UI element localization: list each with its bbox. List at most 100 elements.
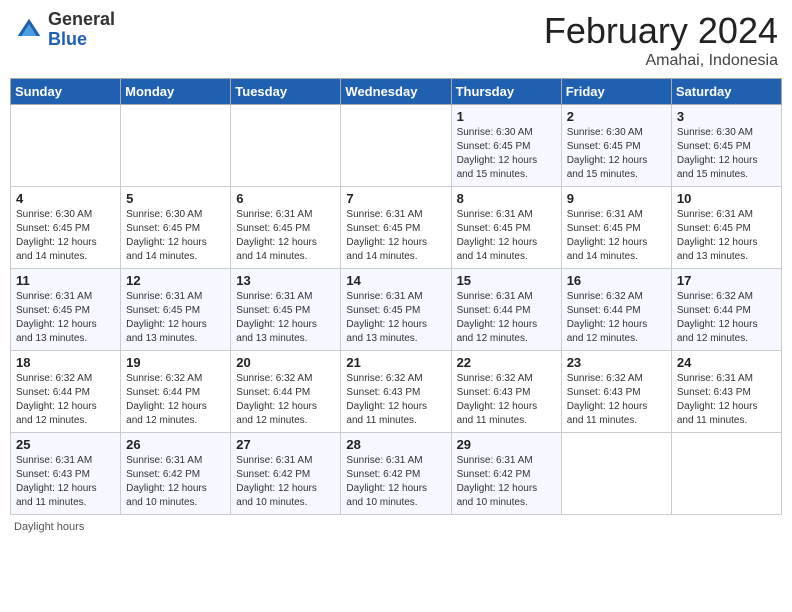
title-block: February 2024 Amahai, Indonesia: [544, 10, 778, 70]
logo-text: General Blue: [48, 10, 115, 50]
day-info: Sunrise: 6:30 AM Sunset: 6:45 PM Dayligh…: [677, 126, 776, 182]
day-info: Sunrise: 6:32 AM Sunset: 6:43 PM Dayligh…: [346, 372, 445, 428]
day-info: Sunrise: 6:32 AM Sunset: 6:43 PM Dayligh…: [457, 372, 556, 428]
calendar-cell: 4Sunrise: 6:30 AM Sunset: 6:45 PM Daylig…: [11, 187, 121, 269]
page-header: General Blue February 2024 Amahai, Indon…: [10, 10, 782, 70]
calendar-cell: 14 Sunrise: 6:31 AM Sunset: 6:45 PM Dayli…: [341, 269, 451, 351]
day-number: 22: [457, 355, 556, 370]
day-info: Sunrise: 6:31 AM Sunset: 6:45 PM Dayligh…: [567, 208, 666, 264]
calendar-cell: 26Sunrise: 6:31 AM Sunset: 6:42 PM Dayli…: [121, 433, 231, 515]
day-info: Sunrise: 6:32 AM Sunset: 6:43 PM Dayligh…: [567, 372, 666, 428]
day-number: 24: [677, 355, 776, 370]
calendar-cell: 12 Sunrise: 6:31 AM Sunset: 6:45 PM Dayli…: [121, 269, 231, 351]
day-info: Sunrise: 6:30 AM Sunset: 6:45 PM Dayligh…: [457, 126, 556, 182]
day-number: 1: [457, 109, 556, 124]
calendar-cell: 8 Sunrise: 6:31 AM Sunset: 6:45 PM Daylig…: [451, 187, 561, 269]
day-info: Sunrise: 6:31 AM Sunset: 6:42 PM Dayligh…: [346, 454, 445, 510]
day-info: Sunrise: 6:30 AM Sunset: 6:45 PM Dayligh…: [16, 208, 115, 264]
calendar-week-row: 1 Sunrise: 6:30 AM Sunset: 6:45 PM Daylig…: [11, 105, 782, 187]
weekday-header: Sunday: [11, 79, 121, 105]
day-number: 7: [346, 191, 445, 206]
calendar-cell: 24 Sunrise: 6:31 AM Sunset: 6:43 PM Dayli…: [671, 351, 781, 433]
weekday-header: Wednesday: [341, 79, 451, 105]
day-number: 12: [126, 273, 225, 288]
daylight-label: Daylight hours: [14, 521, 84, 533]
day-info: Sunrise: 6:30 AM Sunset: 6:45 PM Dayligh…: [126, 208, 225, 264]
day-number: 17: [677, 273, 776, 288]
day-number: 29: [457, 437, 556, 452]
calendar-cell: 2 Sunrise: 6:30 AM Sunset: 6:45 PM Daylig…: [561, 105, 671, 187]
calendar-week-row: 4Sunrise: 6:30 AM Sunset: 6:45 PM Daylig…: [11, 187, 782, 269]
day-number: 25: [16, 437, 115, 452]
day-info: Sunrise: 6:31 AM Sunset: 6:45 PM Dayligh…: [126, 290, 225, 346]
calendar-cell: [341, 105, 451, 187]
calendar-cell: 6Sunrise: 6:31 AM Sunset: 6:45 PM Daylig…: [231, 187, 341, 269]
calendar-cell: 21 Sunrise: 6:32 AM Sunset: 6:43 PM Dayli…: [341, 351, 451, 433]
day-info: Sunrise: 6:30 AM Sunset: 6:45 PM Dayligh…: [567, 126, 666, 182]
calendar-cell: 29Sunrise: 6:31 AM Sunset: 6:42 PM Dayli…: [451, 433, 561, 515]
day-number: 20: [236, 355, 335, 370]
day-info: Sunrise: 6:31 AM Sunset: 6:44 PM Dayligh…: [457, 290, 556, 346]
day-number: 14: [346, 273, 445, 288]
calendar-week-row: 25 Sunrise: 6:31 AM Sunset: 6:43 PM Dayli…: [11, 433, 782, 515]
calendar-table: SundayMondayTuesdayWednesdayThursdayFrid…: [10, 78, 782, 515]
calendar-cell: 5 Sunrise: 6:30 AM Sunset: 6:45 PM Daylig…: [121, 187, 231, 269]
location-title: Amahai, Indonesia: [544, 52, 778, 70]
day-info: Sunrise: 6:32 AM Sunset: 6:44 PM Dayligh…: [16, 372, 115, 428]
day-number: 19: [126, 355, 225, 370]
calendar-cell: [11, 105, 121, 187]
calendar-cell: 23 Sunrise: 6:32 AM Sunset: 6:43 PM Dayli…: [561, 351, 671, 433]
calendar-cell: [121, 105, 231, 187]
calendar-cell: 10Sunrise: 6:31 AM Sunset: 6:45 PM Dayli…: [671, 187, 781, 269]
calendar-cell: 25 Sunrise: 6:31 AM Sunset: 6:43 PM Dayli…: [11, 433, 121, 515]
calendar-cell: [671, 433, 781, 515]
day-number: 28: [346, 437, 445, 452]
day-number: 23: [567, 355, 666, 370]
day-number: 3: [677, 109, 776, 124]
day-number: 2: [567, 109, 666, 124]
calendar-cell: 1 Sunrise: 6:30 AM Sunset: 6:45 PM Daylig…: [451, 105, 561, 187]
calendar-cell: 13Sunrise: 6:31 AM Sunset: 6:45 PM Dayli…: [231, 269, 341, 351]
day-info: Sunrise: 6:31 AM Sunset: 6:45 PM Dayligh…: [346, 290, 445, 346]
day-number: 16: [567, 273, 666, 288]
weekday-header: Saturday: [671, 79, 781, 105]
weekday-header: Thursday: [451, 79, 561, 105]
day-number: 8: [457, 191, 556, 206]
calendar-week-row: 11 Sunrise: 6:31 AM Sunset: 6:45 PM Dayli…: [11, 269, 782, 351]
day-number: 9: [567, 191, 666, 206]
day-info: Sunrise: 6:31 AM Sunset: 6:45 PM Dayligh…: [346, 208, 445, 264]
day-info: Sunrise: 6:31 AM Sunset: 6:43 PM Dayligh…: [677, 372, 776, 428]
day-info: Sunrise: 6:31 AM Sunset: 6:45 PM Dayligh…: [236, 290, 335, 346]
weekday-header: Friday: [561, 79, 671, 105]
month-title: February 2024: [544, 10, 778, 52]
day-info: Sunrise: 6:31 AM Sunset: 6:45 PM Dayligh…: [236, 208, 335, 264]
weekday-header: Tuesday: [231, 79, 341, 105]
day-number: 15: [457, 273, 556, 288]
calendar-cell: 19Sunrise: 6:32 AM Sunset: 6:44 PM Dayli…: [121, 351, 231, 433]
weekday-header-row: SundayMondayTuesdayWednesdayThursdayFrid…: [11, 79, 782, 105]
calendar-cell: 22 Sunrise: 6:32 AM Sunset: 6:43 PM Dayli…: [451, 351, 561, 433]
day-info: Sunrise: 6:32 AM Sunset: 6:44 PM Dayligh…: [677, 290, 776, 346]
day-info: Sunrise: 6:31 AM Sunset: 6:45 PM Dayligh…: [457, 208, 556, 264]
calendar-cell: [561, 433, 671, 515]
calendar-week-row: 18 Sunrise: 6:32 AM Sunset: 6:44 PM Dayli…: [11, 351, 782, 433]
day-number: 5: [126, 191, 225, 206]
day-info: Sunrise: 6:31 AM Sunset: 6:45 PM Dayligh…: [16, 290, 115, 346]
day-number: 11: [16, 273, 115, 288]
day-info: Sunrise: 6:31 AM Sunset: 6:45 PM Dayligh…: [677, 208, 776, 264]
calendar-cell: 17 Sunrise: 6:32 AM Sunset: 6:44 PM Dayli…: [671, 269, 781, 351]
day-info: Sunrise: 6:31 AM Sunset: 6:42 PM Dayligh…: [236, 454, 335, 510]
weekday-header: Monday: [121, 79, 231, 105]
day-number: 18: [16, 355, 115, 370]
calendar-cell: 11 Sunrise: 6:31 AM Sunset: 6:45 PM Dayli…: [11, 269, 121, 351]
calendar-cell: 18 Sunrise: 6:32 AM Sunset: 6:44 PM Dayli…: [11, 351, 121, 433]
calendar-cell: 7 Sunrise: 6:31 AM Sunset: 6:45 PM Daylig…: [341, 187, 451, 269]
day-number: 21: [346, 355, 445, 370]
calendar-cell: 16 Sunrise: 6:32 AM Sunset: 6:44 PM Dayli…: [561, 269, 671, 351]
day-info: Sunrise: 6:31 AM Sunset: 6:43 PM Dayligh…: [16, 454, 115, 510]
day-number: 26: [126, 437, 225, 452]
day-info: Sunrise: 6:32 AM Sunset: 6:44 PM Dayligh…: [567, 290, 666, 346]
calendar-cell: [231, 105, 341, 187]
logo-icon: [14, 15, 44, 45]
calendar-cell: 28 Sunrise: 6:31 AM Sunset: 6:42 PM Dayli…: [341, 433, 451, 515]
